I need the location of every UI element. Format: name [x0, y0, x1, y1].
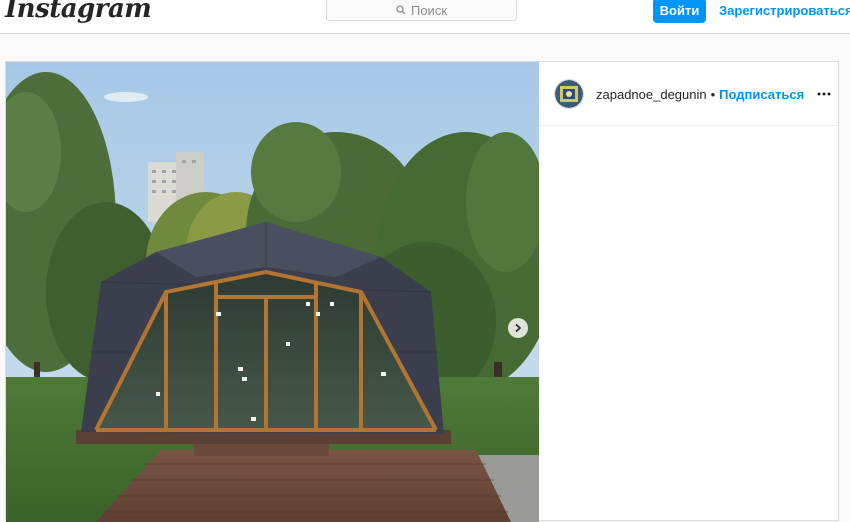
search-placeholder: Поиск: [410, 2, 448, 18]
separator-dot: •: [710, 87, 716, 102]
search-icon: [396, 5, 406, 15]
dome-pavilion-image: [6, 62, 539, 522]
chevron-right-icon: [515, 323, 522, 333]
follow-button[interactable]: Подписаться: [719, 87, 804, 102]
post-photo[interactable]: [6, 62, 539, 522]
next-photo-button[interactable]: [508, 318, 528, 338]
top-navigation-bar: Instagram Поиск Войти Зарегистрироваться: [0, 0, 850, 34]
post-card: zapadnoe_degunin • Подписаться: [5, 61, 839, 522]
post-author: zapadnoe_degunin • Подписаться: [596, 87, 804, 102]
profile-avatar[interactable]: [554, 79, 584, 109]
avatar-image: [555, 80, 583, 108]
post-header: zapadnoe_degunin • Подписаться: [539, 62, 838, 126]
instagram-logo[interactable]: Instagram: [5, 0, 152, 26]
login-button[interactable]: Войти: [653, 0, 706, 23]
username-link[interactable]: zapadnoe_degunin: [596, 87, 707, 102]
more-options-button[interactable]: [816, 86, 832, 102]
search-input[interactable]: Поиск: [326, 0, 517, 21]
signup-link[interactable]: Зарегистрироваться: [719, 3, 850, 18]
more-options-icon: [817, 92, 831, 96]
